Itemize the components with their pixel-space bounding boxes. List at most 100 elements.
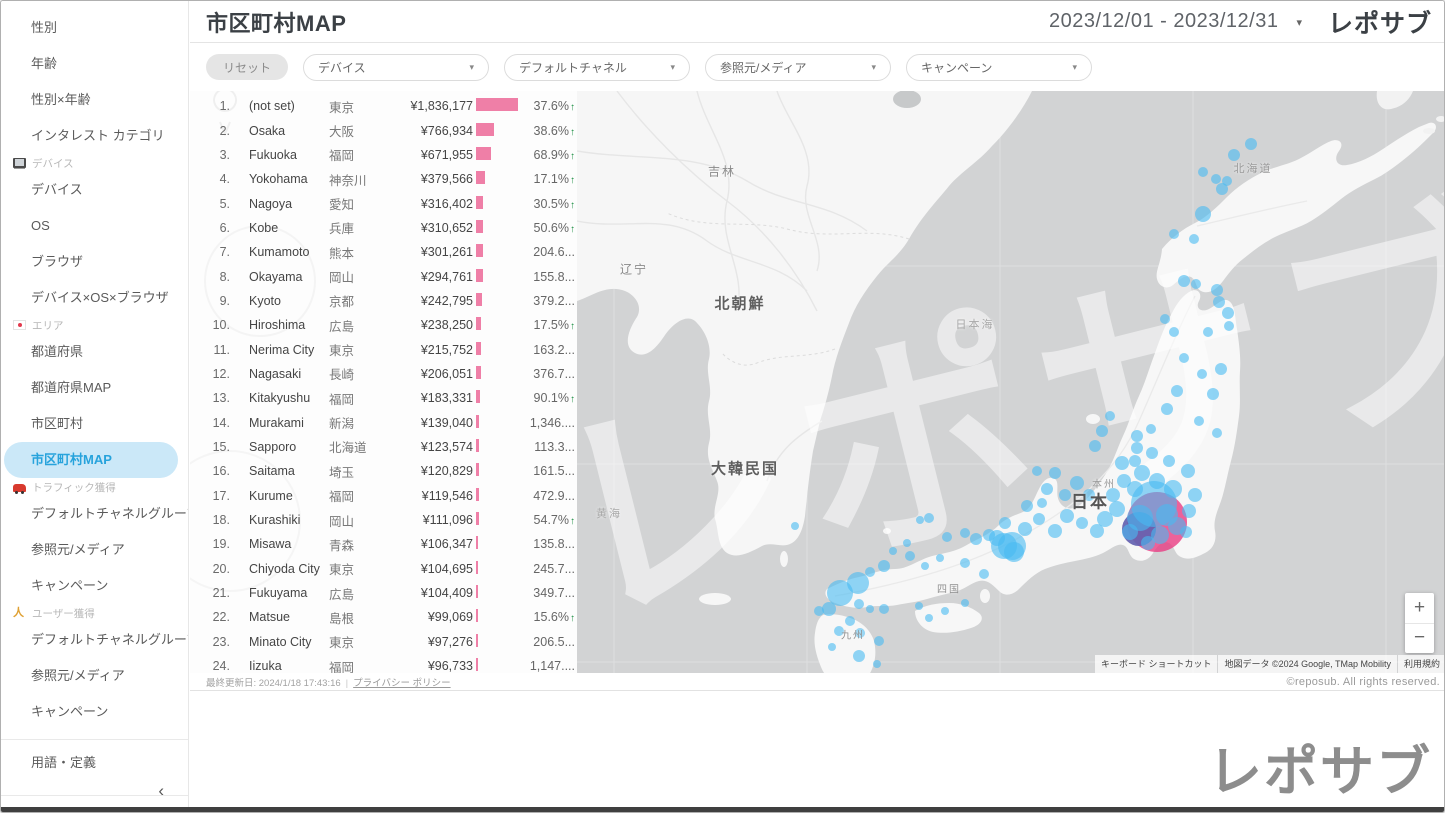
map-bubble[interactable] <box>1090 524 1104 538</box>
map-bubble[interactable] <box>1161 403 1173 415</box>
map-bubble[interactable] <box>827 580 853 606</box>
zoom-in-button[interactable]: + <box>1405 593 1434 624</box>
filter-dropdown-2[interactable]: 参照元/メディア▾ <box>705 54 891 81</box>
map-bubble[interactable] <box>960 528 970 538</box>
map-bubble[interactable] <box>854 599 864 609</box>
map-bubble[interactable] <box>1195 206 1211 222</box>
map-bubble[interactable] <box>873 660 881 668</box>
map-bubble[interactable] <box>1149 473 1165 489</box>
map-bubble[interactable] <box>1163 455 1175 467</box>
sidebar-item-都道府県MAP[interactable]: 都道府県MAP <box>1 370 188 406</box>
map-bubble[interactable] <box>1207 388 1219 400</box>
map-bubble[interactable] <box>925 614 933 622</box>
map-bubble[interactable] <box>1191 279 1201 289</box>
sidebar-item-参照元/メディア[interactable]: 参照元/メディア <box>1 658 188 694</box>
table-row[interactable]: 12.Nagasaki長崎¥206,051376.7... <box>190 362 577 386</box>
filter-dropdown-3[interactable]: キャンペーン▾ <box>906 54 1092 81</box>
sidebar-item-キャンペーン[interactable]: キャンペーン <box>1 694 188 730</box>
map-bubble[interactable] <box>905 551 915 561</box>
map-canvas[interactable]: レポサブ 吉林辽宁北朝鮮日本海大韓民国黄海本州日本四国九州北海道 + − キーボ… <box>577 91 1445 673</box>
table-row[interactable]: 10.Hiroshima広島¥238,25017.5%↑ <box>190 313 577 337</box>
table-row[interactable]: 16.Saitama埼玉¥120,829161.5... <box>190 459 577 483</box>
map-bubble[interactable] <box>1179 353 1189 363</box>
table-row[interactable]: 15.Sapporo北海道¥123,574113.3... <box>190 435 577 459</box>
map-bubble[interactable] <box>1105 411 1115 421</box>
table-row[interactable]: 18.Kurashiki岡山¥111,09654.7%↑ <box>190 508 577 532</box>
map-bubble[interactable] <box>961 599 969 607</box>
map-bubble[interactable] <box>970 533 982 545</box>
terms-link[interactable]: 利用規約 <box>1398 655 1445 673</box>
map-bubble[interactable] <box>1004 542 1024 562</box>
map-bubble[interactable] <box>1131 430 1143 442</box>
map-bubble[interactable] <box>1141 536 1155 550</box>
map-bubble[interactable] <box>1203 327 1213 337</box>
map-bubble[interactable] <box>828 643 836 651</box>
map-bubble[interactable] <box>903 539 911 547</box>
map-bubble[interactable] <box>1189 234 1199 244</box>
map-bubble[interactable] <box>942 532 952 542</box>
sidebar-item-都道府県[interactable]: 都道府県 <box>1 334 188 370</box>
sidebar-item-性別[interactable]: 性別 <box>1 10 188 46</box>
table-row[interactable]: 20.Chiyoda City東京¥104,695245.7... <box>190 557 577 581</box>
map-bubble[interactable] <box>1032 466 1042 476</box>
map-bubble[interactable] <box>874 636 884 646</box>
map-bubble[interactable] <box>1146 447 1158 459</box>
map-bubble[interactable] <box>979 569 989 579</box>
map-bubble[interactable] <box>1213 296 1225 308</box>
sidebar-item-市区町村MAP[interactable]: 市区町村MAP <box>4 442 178 478</box>
sidebar-item-ブラウザ[interactable]: ブラウザ <box>1 244 188 280</box>
table-row[interactable]: 8.Okayama岡山¥294,761155.8... <box>190 264 577 288</box>
keyboard-shortcuts-link[interactable]: キーボード ショートカット <box>1095 655 1218 673</box>
sidebar-item-デバイス×OS×ブラウザ[interactable]: デバイス×OS×ブラウザ <box>1 280 188 316</box>
reset-button[interactable]: リセット <box>206 54 288 80</box>
map-bubble[interactable] <box>1216 183 1228 195</box>
sidebar-item-年齢[interactable]: 年齢 <box>1 46 188 82</box>
filter-dropdown-0[interactable]: デバイス▾ <box>303 54 489 81</box>
sidebar-item-市区町村[interactable]: 市区町村 <box>1 406 188 442</box>
map-bubble[interactable] <box>1188 488 1202 502</box>
map-bubble[interactable] <box>1211 284 1223 296</box>
sidebar-collapse-icon[interactable]: ‹ <box>158 781 164 801</box>
map-bubble[interactable] <box>1076 517 1088 529</box>
table-row[interactable]: 13.Kitakyushu福岡¥183,33190.1%↑ <box>190 386 577 410</box>
date-range-selector[interactable]: 2023/12/01 - 2023/12/31 <box>1049 10 1278 33</box>
map-bubble[interactable] <box>1224 321 1234 331</box>
map-bubble[interactable] <box>1169 229 1179 239</box>
table-row[interactable]: 4.Yokohama神奈川¥379,56617.1%↑ <box>190 167 577 191</box>
map-bubble[interactable] <box>1129 455 1141 467</box>
map-bubble[interactable] <box>1194 416 1204 426</box>
table-row[interactable]: 5.Nagoya愛知¥316,40230.5%↑ <box>190 191 577 215</box>
map-bubble[interactable] <box>1049 467 1061 479</box>
table-row[interactable]: 22.Matsue島根¥99,06915.6%↑ <box>190 605 577 629</box>
map-bubble[interactable] <box>1033 513 1045 525</box>
map-bubble[interactable] <box>1131 442 1143 454</box>
map-bubble[interactable] <box>1096 425 1108 437</box>
map-bubble[interactable] <box>1041 483 1053 495</box>
table-row[interactable]: 7.Kumamoto熊本¥301,261204.6... <box>190 240 577 264</box>
map-bubble[interactable] <box>878 560 890 572</box>
map-bubble[interactable] <box>921 562 929 570</box>
map-bubble[interactable] <box>960 558 970 568</box>
sidebar-item-デバイス[interactable]: デバイス <box>1 172 188 208</box>
table-row[interactable]: 1.(not set)東京¥1,836,17737.6%↑ <box>190 94 577 118</box>
table-row[interactable]: 3.Fukuoka福岡¥671,95568.9%↑ <box>190 143 577 167</box>
map-bubble[interactable] <box>1198 167 1208 177</box>
map-bubble[interactable] <box>845 616 855 626</box>
map-bubble[interactable] <box>1048 524 1062 538</box>
sidebar-item-インタレスト カテゴリ[interactable]: インタレスト カテゴリ <box>1 118 188 154</box>
map-bubble[interactable] <box>1127 481 1143 497</box>
map-bubble[interactable] <box>1178 275 1190 287</box>
map-bubble[interactable] <box>1018 522 1032 536</box>
map-bubble[interactable] <box>1197 369 1207 379</box>
chevron-down-icon[interactable]: ▾ <box>1296 16 1302 29</box>
table-row[interactable]: 14.Murakami新潟¥139,0401,346.... <box>190 410 577 434</box>
sidebar-item-参照元/メディア[interactable]: 参照元/メディア <box>1 532 188 568</box>
map-bubble[interactable] <box>1160 314 1170 324</box>
map-bubble[interactable] <box>1134 465 1150 481</box>
map-bubble[interactable] <box>941 607 949 615</box>
map-bubble[interactable] <box>924 513 934 523</box>
map-bubble[interactable] <box>915 602 923 610</box>
table-row[interactable]: 2.Osaka大阪¥766,93438.6%↑ <box>190 118 577 142</box>
map-bubble[interactable] <box>1245 138 1257 150</box>
map-bubble[interactable] <box>853 650 865 662</box>
